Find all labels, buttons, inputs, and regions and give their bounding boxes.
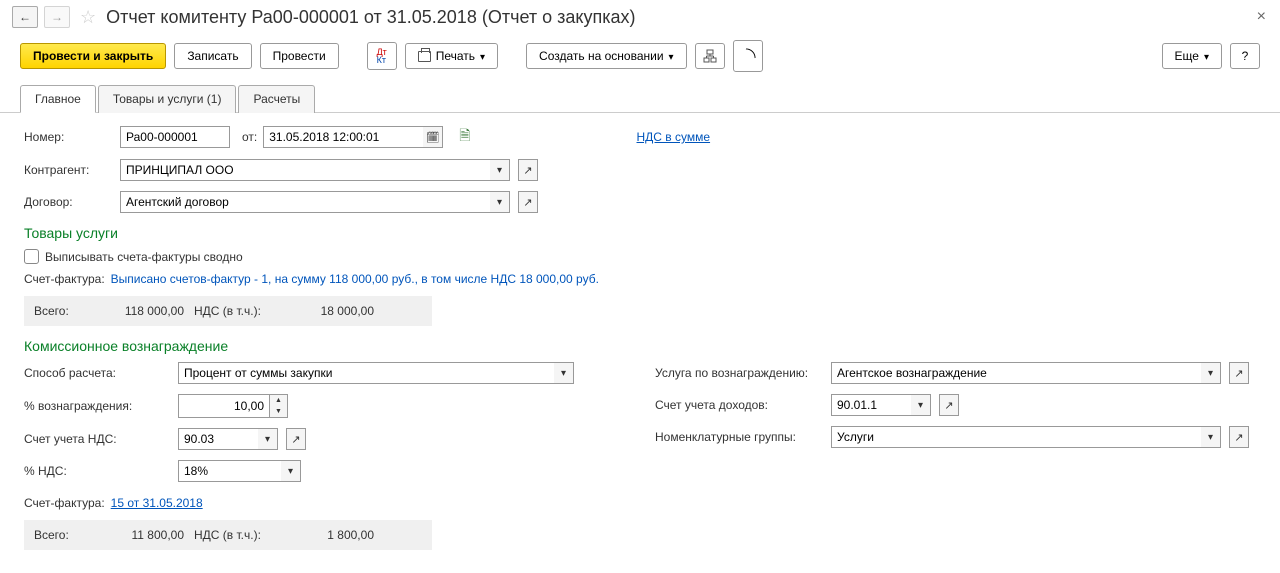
attach-button[interactable]: ⌒ xyxy=(733,40,763,72)
nomenclature-input[interactable] xyxy=(831,426,1201,448)
paperclip-icon: ⌒ xyxy=(736,44,760,68)
service-dropdown-button[interactable] xyxy=(1201,362,1221,384)
tab-goods[interactable]: Товары и услуги (1) xyxy=(98,85,237,113)
chevron-down-icon xyxy=(480,49,485,63)
percent-step-down[interactable]: ▼ xyxy=(270,406,287,417)
vat-account-label: Счет учета НДС: xyxy=(24,432,172,446)
contract-label: Договор: xyxy=(24,195,114,209)
calc-method-label: Способ расчета: xyxy=(24,366,172,380)
calendar-button[interactable]: 🗓 xyxy=(423,126,443,148)
goods-invoice-link[interactable]: Выписано счетов-фактур - 1, на сумму 118… xyxy=(111,272,599,286)
calendar-icon: 🗓 xyxy=(426,131,440,144)
favorite-star-icon[interactable]: ☆ xyxy=(80,7,96,28)
dtkt-icon: ДтКт xyxy=(377,48,387,64)
number-input[interactable] xyxy=(120,126,230,148)
summary-invoice-label: Выписывать счета-фактуры сводно xyxy=(45,250,243,264)
nav-back-button[interactable]: ← xyxy=(12,6,38,28)
from-label: от: xyxy=(242,130,257,144)
create-basis-button[interactable]: Создать на основании xyxy=(526,43,687,69)
income-account-label: Счет учета доходов: xyxy=(655,398,825,412)
nomenclature-dropdown-button[interactable] xyxy=(1201,426,1221,448)
income-account-open-button[interactable]: ↗ xyxy=(939,394,959,416)
nomenclature-label: Номенклатурные группы: xyxy=(655,430,825,444)
service-input[interactable] xyxy=(831,362,1201,384)
help-button[interactable]: ? xyxy=(1230,43,1260,69)
page-title: Отчет комитенту Ра00-000001 от 31.05.201… xyxy=(106,7,635,28)
tab-calc[interactable]: Расчеты xyxy=(238,85,315,113)
tab-main[interactable]: Главное xyxy=(20,85,96,113)
service-label: Услуга по вознаграждению: xyxy=(655,366,825,380)
nav-forward-button[interactable]: → xyxy=(44,6,70,28)
income-account-dropdown-button[interactable] xyxy=(911,394,931,416)
chevron-down-icon xyxy=(669,49,674,63)
counterparty-open-button[interactable]: ↗ xyxy=(518,159,538,181)
commission-invoice-label: Счет-фактура: xyxy=(24,496,105,510)
percent-step-up[interactable]: ▲ xyxy=(270,395,287,406)
service-open-button[interactable]: ↗ xyxy=(1229,362,1249,384)
commission-percent-label: % вознаграждения: xyxy=(24,399,172,413)
dtkt-button[interactable]: ДтКт xyxy=(367,42,397,70)
vat-account-open-button[interactable]: ↗ xyxy=(286,428,306,450)
vat-percent-label: % НДС: xyxy=(24,464,172,478)
more-button[interactable]: Еще xyxy=(1162,43,1222,69)
vat-account-dropdown-button[interactable] xyxy=(258,428,278,450)
print-button[interactable]: Печать xyxy=(405,43,498,69)
post-and-close-button[interactable]: Провести и закрыть xyxy=(20,43,166,69)
section-goods: Товары услуги xyxy=(24,225,1256,241)
document-status-icon[interactable]: 🗎 xyxy=(459,125,470,149)
structure-button[interactable] xyxy=(695,43,725,69)
chevron-down-icon xyxy=(1204,49,1209,63)
vat-mode-link[interactable]: НДС в сумме xyxy=(637,130,711,144)
printer-icon xyxy=(418,51,431,62)
counterparty-label: Контрагент: xyxy=(24,163,114,177)
commission-invoice-link[interactable]: 15 от 31.05.2018 xyxy=(111,496,203,510)
commission-totals: Всего: 11 800,00 НДС (в т.ч.): 1 800,00 xyxy=(24,520,432,550)
section-commission: Комиссионное вознаграждение xyxy=(24,338,1256,354)
contract-input[interactable] xyxy=(120,191,490,213)
number-label: Номер: xyxy=(24,130,114,144)
structure-icon xyxy=(703,49,717,63)
date-input[interactable] xyxy=(263,126,423,148)
calc-method-dropdown-button[interactable] xyxy=(554,362,574,384)
contract-dropdown-button[interactable] xyxy=(490,191,510,213)
contract-open-button[interactable]: ↗ xyxy=(518,191,538,213)
nomenclature-open-button[interactable]: ↗ xyxy=(1229,426,1249,448)
goods-totals: Всего: 118 000,00 НДС (в т.ч.): 18 000,0… xyxy=(24,296,432,326)
counterparty-input[interactable] xyxy=(120,159,490,181)
calc-method-select[interactable] xyxy=(178,362,554,384)
post-button[interactable]: Провести xyxy=(260,43,339,69)
commission-percent-input[interactable] xyxy=(179,395,269,417)
save-button[interactable]: Записать xyxy=(174,43,251,69)
counterparty-dropdown-button[interactable] xyxy=(490,159,510,181)
goods-invoice-label: Счет-фактура: xyxy=(24,272,105,286)
vat-percent-dropdown-button[interactable] xyxy=(281,460,301,482)
vat-account-input[interactable] xyxy=(178,428,258,450)
summary-invoice-checkbox[interactable] xyxy=(24,249,39,264)
income-account-input[interactable] xyxy=(831,394,911,416)
vat-percent-select[interactable] xyxy=(178,460,281,482)
close-icon[interactable]: × xyxy=(1257,8,1266,26)
